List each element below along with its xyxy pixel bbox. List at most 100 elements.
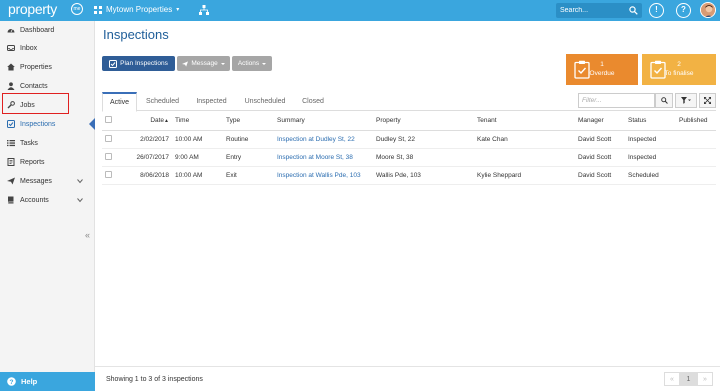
column-header-type[interactable]: Type	[223, 111, 274, 131]
app-logo-badge: me	[71, 3, 83, 15]
advanced-filter-button[interactable]	[675, 93, 697, 108]
date-cell: 2/02/2017	[120, 130, 172, 149]
list-icon	[7, 140, 15, 147]
expand-button[interactable]	[699, 93, 716, 108]
send-icon	[182, 60, 189, 67]
report-icon	[7, 158, 15, 166]
sidebar-item-label: Messages	[20, 177, 52, 185]
person-icon	[7, 82, 15, 90]
sidebar-item-accounts[interactable]: Accounts	[0, 191, 95, 209]
checkbox-icon	[7, 120, 15, 128]
app-logo[interactable]: property	[8, 1, 57, 17]
manager-cell: David Scott	[575, 130, 625, 149]
table-row[interactable]: 8/06/2018 10:00 AM Exit Inspection at Wa…	[102, 166, 716, 185]
chevron-down-icon: ▾	[176, 7, 180, 13]
tab-scheduled[interactable]: Scheduled	[140, 92, 185, 111]
notifications-button[interactable]: !	[649, 3, 664, 18]
avatar[interactable]	[700, 2, 716, 18]
tenant-cell	[474, 148, 575, 167]
summary-cell: Inspection at Moore St, 38	[274, 148, 373, 167]
sidebar-item-tasks[interactable]: Tasks	[0, 134, 95, 152]
select-all-checkbox[interactable]	[105, 115, 112, 123]
overdue-count: 1	[600, 61, 604, 68]
filter-field[interactable]	[578, 93, 655, 108]
plan-inspections-button[interactable]: Plan Inspections	[102, 56, 175, 71]
sidebar-item-label: Inspections	[20, 120, 56, 128]
message-dropdown-button[interactable]: Message	[177, 56, 230, 71]
collapse-sidebar-button[interactable]: «	[85, 230, 90, 240]
column-header-status[interactable]: Status	[625, 111, 676, 131]
summary-link[interactable]: Inspection at Wallis Pde, 103	[277, 172, 361, 179]
filter-input[interactable]	[579, 94, 651, 107]
global-search[interactable]	[556, 3, 642, 18]
actions-dropdown-button[interactable]: Actions	[232, 56, 272, 71]
to-finalise-label: To finalise	[664, 70, 694, 77]
row-checkbox[interactable]	[105, 152, 112, 160]
filter-search-button[interactable]	[655, 93, 673, 108]
overdue-stat-card[interactable]: 1 Overdue	[566, 54, 638, 85]
property-cell: Dudley St, 22	[373, 130, 474, 149]
sidebar-item-label: Contacts	[20, 82, 48, 90]
message-label: Message	[191, 60, 218, 67]
search-input[interactable]	[556, 7, 628, 14]
column-header-tenant[interactable]: Tenant	[474, 111, 575, 131]
table-row[interactable]: 26/07/2017 9:00 AM Entry Inspection at M…	[102, 148, 716, 167]
sidebar-item-dashboard[interactable]: Dashboard	[0, 21, 95, 39]
to-finalise-stat-card[interactable]: 2 To finalise	[642, 54, 716, 85]
sidebar-item-reports[interactable]: Reports	[0, 153, 95, 171]
time-cell: 10:00 AM	[172, 166, 223, 185]
sidebar-item-label: Tasks	[20, 139, 38, 147]
next-page-button[interactable]: »	[697, 372, 713, 386]
home-icon	[7, 63, 15, 71]
sidebar-item-inspections[interactable]: Inspections	[0, 115, 95, 133]
user-avatar-icon	[701, 3, 715, 17]
chevron-down-icon[interactable]	[77, 197, 83, 203]
column-header-property[interactable]: Property	[373, 111, 474, 131]
sidebar-item-label: Reports	[20, 158, 45, 166]
current-page-button[interactable]: 1	[680, 372, 697, 386]
prev-page-button[interactable]: «	[664, 372, 680, 386]
summary-link[interactable]: Inspection at Dudley St, 22	[277, 136, 355, 143]
column-header-time[interactable]: Time	[172, 111, 223, 131]
tab-closed[interactable]: Closed	[297, 92, 329, 111]
row-checkbox[interactable]	[105, 134, 112, 142]
row-select-cell	[102, 166, 120, 185]
active-item-highlight	[2, 93, 69, 114]
sidebar-item-inbox[interactable]: Inbox	[0, 39, 95, 57]
row-checkbox[interactable]	[105, 170, 112, 178]
inspections-table: Date▲ Time Type Summary Property Tenant …	[102, 111, 716, 185]
account-switcher[interactable]: Mytown Properties ▾	[94, 5, 179, 14]
funnel-icon	[681, 97, 691, 104]
sidebar-item-properties[interactable]: Properties	[0, 58, 95, 76]
help-link[interactable]: ? Help	[0, 372, 95, 391]
status-cell: Inspected	[625, 130, 676, 149]
table-row[interactable]: 2/02/2017 10:00 AM Routine Inspection at…	[102, 130, 716, 149]
column-header-summary[interactable]: Summary	[274, 111, 373, 131]
tab-unscheduled[interactable]: Unscheduled	[239, 92, 291, 111]
row-select-cell	[102, 130, 120, 149]
tab-inspected[interactable]: Inspected	[190, 92, 233, 111]
org-tree-icon[interactable]	[199, 5, 209, 15]
to-finalise-count: 2	[677, 61, 681, 68]
type-cell: Exit	[223, 166, 274, 185]
column-header-date[interactable]: Date▲	[120, 111, 172, 131]
manager-cell: David Scott	[575, 148, 625, 167]
caret-down-icon	[262, 62, 267, 65]
sidebar-item-messages[interactable]: Messages	[0, 172, 95, 190]
column-header-manager[interactable]: Manager	[575, 111, 625, 131]
column-header-published[interactable]: Published	[676, 111, 716, 131]
help-label: Help	[21, 377, 38, 386]
account-name: Mytown Properties	[106, 5, 173, 14]
tab-active[interactable]: Active	[102, 92, 137, 112]
book-icon	[7, 196, 14, 204]
caret-down-icon	[220, 62, 225, 65]
table-header-row: Date▲ Time Type Summary Property Tenant …	[102, 111, 716, 131]
sidebar-item-label: Dashboard	[20, 26, 55, 34]
chevron-down-icon[interactable]	[77, 178, 83, 184]
search-icon[interactable]	[629, 6, 638, 15]
time-cell: 10:00 AM	[172, 130, 223, 149]
status-cell: Scheduled	[625, 166, 676, 185]
time-cell: 9:00 AM	[172, 148, 223, 167]
help-button[interactable]: ?	[676, 3, 691, 18]
summary-link[interactable]: Inspection at Moore St, 38	[277, 154, 353, 161]
